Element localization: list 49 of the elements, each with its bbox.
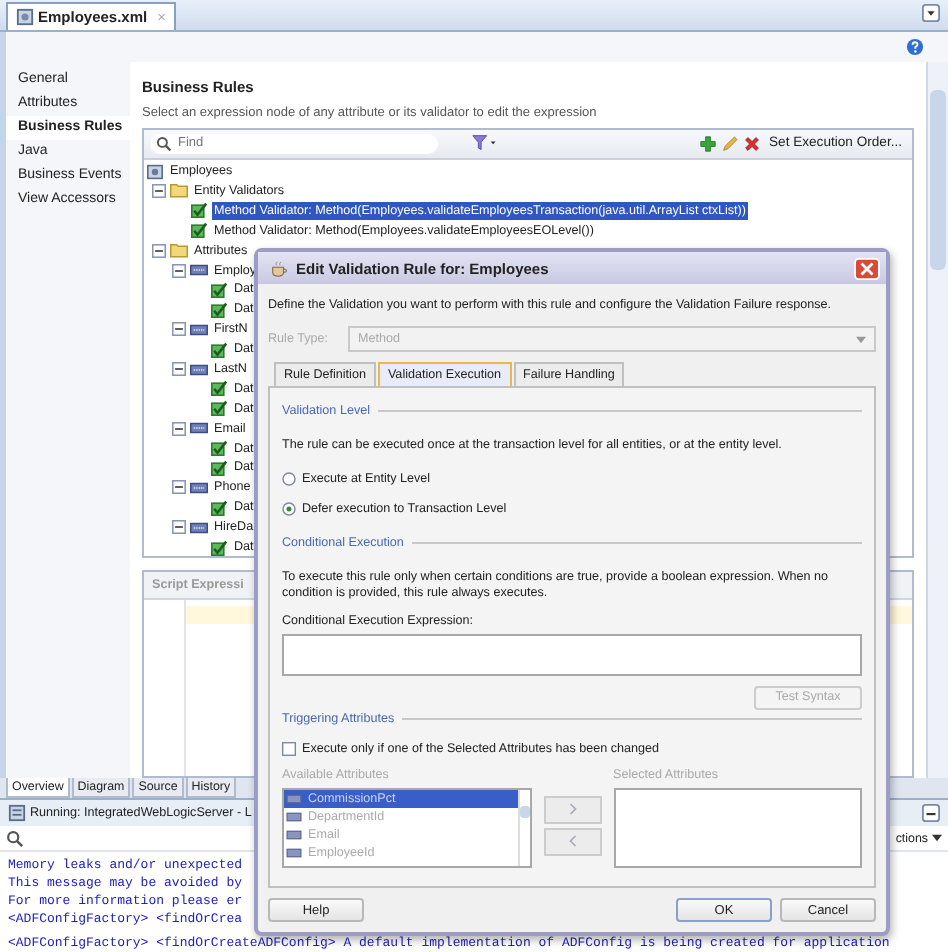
collapse-toggle-icon[interactable] — [172, 362, 186, 376]
help-icon[interactable] — [906, 37, 924, 56]
document-icon — [16, 7, 34, 26]
check-icon — [210, 341, 228, 358]
cup-icon — [270, 259, 288, 277]
attribute-icon — [190, 321, 208, 338]
search-icon[interactable] — [6, 829, 24, 847]
close-icon[interactable] — [854, 257, 880, 279]
dropdown-icon[interactable] — [922, 3, 940, 22]
collapse-toggle-icon[interactable] — [172, 421, 186, 436]
check-icon — [190, 202, 208, 219]
chevron-left-icon — [567, 834, 577, 848]
attribute-icon — [190, 361, 208, 377]
caret-icon — [856, 335, 866, 343]
check-icon — [210, 440, 228, 457]
check-icon — [210, 400, 228, 417]
check-icon — [210, 499, 228, 516]
check-icon — [210, 539, 228, 556]
collapse-toggle-icon[interactable] — [152, 183, 166, 198]
collapse-toggle-icon[interactable] — [152, 243, 166, 258]
attribute-icon — [190, 420, 208, 437]
chevron-right-icon — [567, 802, 577, 816]
checkbox[interactable] — [282, 741, 296, 755]
radio-button[interactable] — [282, 471, 296, 485]
delete-icon[interactable] — [743, 135, 759, 152]
check-icon — [210, 301, 228, 318]
check-icon — [210, 459, 228, 476]
folder-icon — [170, 242, 188, 259]
server-icon — [8, 804, 26, 822]
add-icon[interactable] — [699, 135, 715, 152]
expression-field[interactable] — [282, 633, 862, 675]
entity-icon — [146, 163, 164, 180]
check-icon — [210, 281, 228, 298]
scrollbar[interactable] — [926, 61, 948, 778]
attribute-icon — [190, 519, 208, 536]
radio-button[interactable] — [282, 501, 296, 515]
collapse-toggle-icon[interactable] — [172, 480, 186, 495]
folder-icon — [170, 182, 188, 199]
caret-icon — [932, 834, 942, 842]
collapse-toggle-icon[interactable] — [172, 322, 186, 337]
check-icon — [190, 222, 208, 239]
attribute-icon — [190, 479, 208, 496]
attribute-icon — [190, 262, 208, 279]
filter-icon[interactable] — [472, 134, 498, 153]
search-icon — [156, 135, 172, 152]
check-icon — [210, 380, 228, 397]
minimize-icon[interactable] — [922, 804, 940, 822]
collapse-toggle-icon[interactable] — [172, 520, 186, 535]
collapse-toggle-icon[interactable] — [172, 263, 186, 278]
